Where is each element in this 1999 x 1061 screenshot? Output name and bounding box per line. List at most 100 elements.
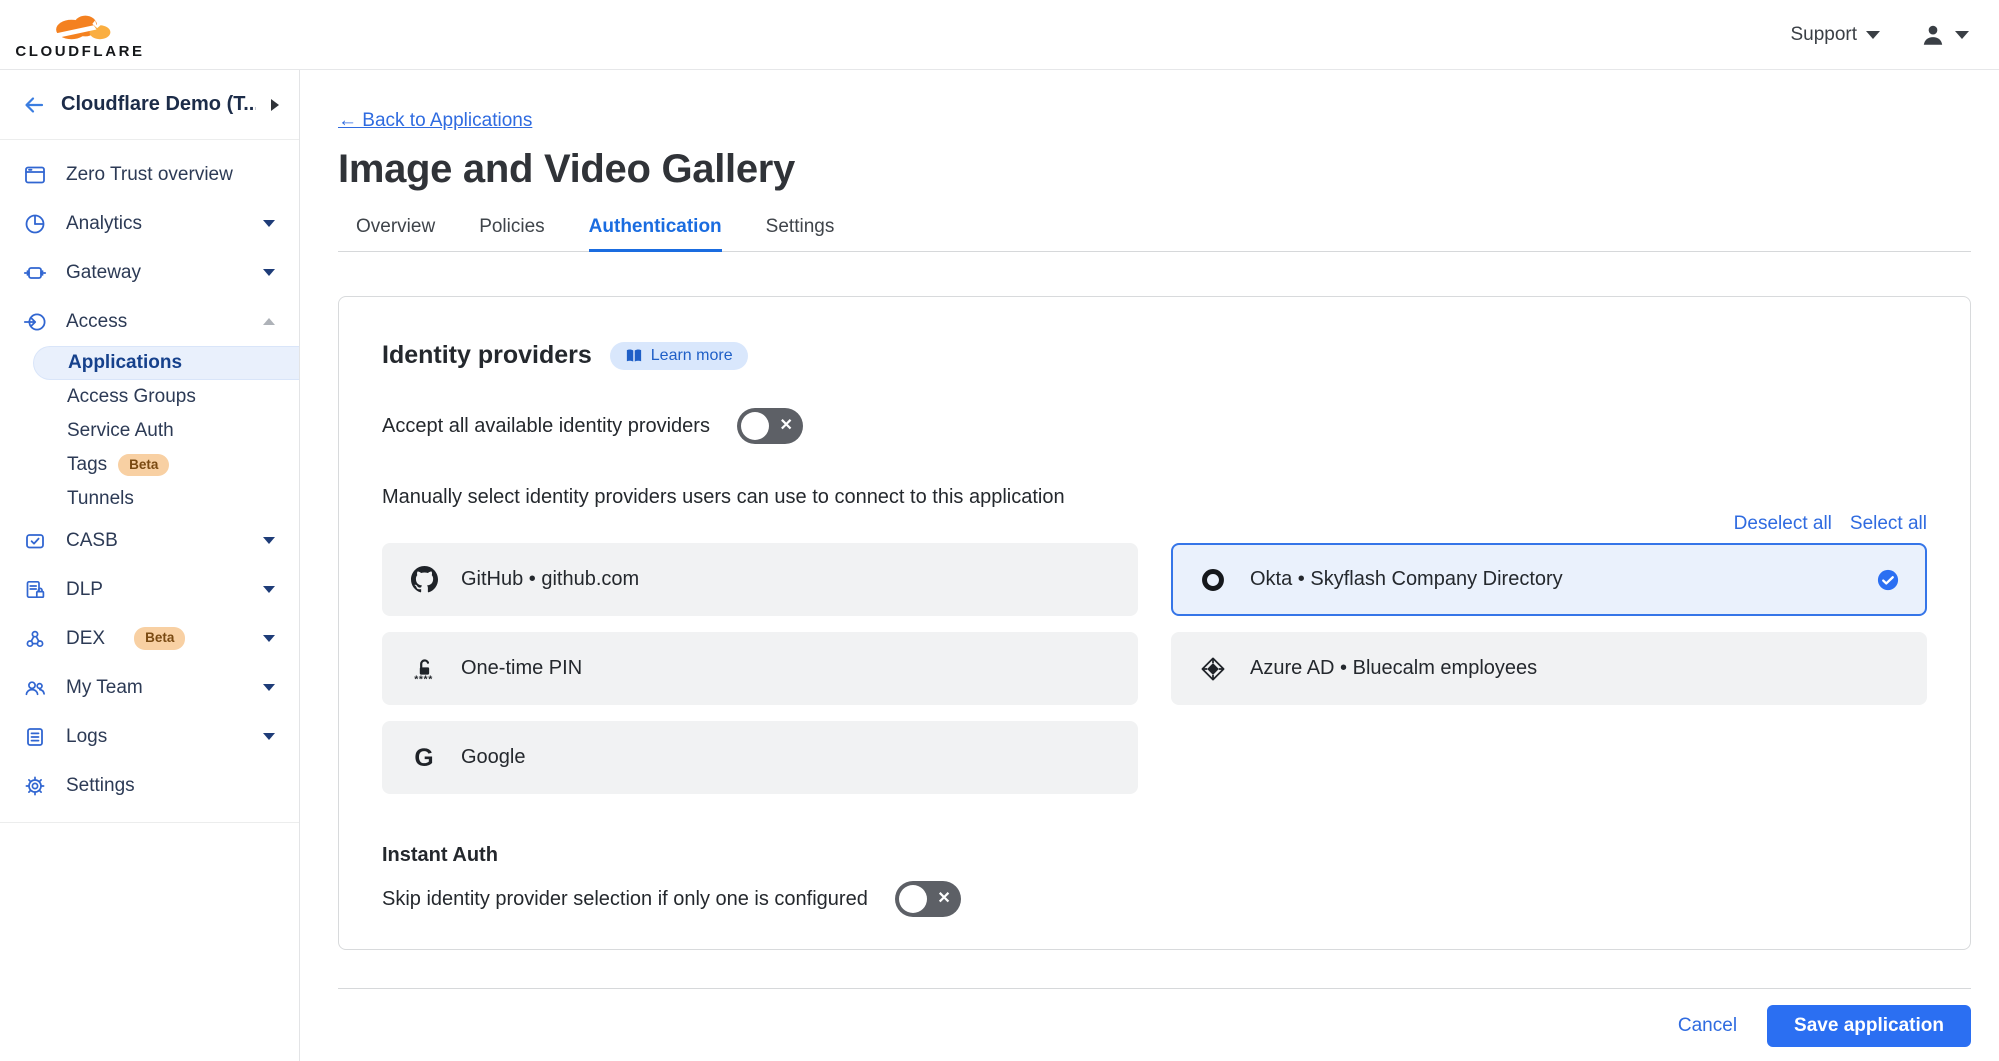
pie-chart-icon bbox=[22, 211, 48, 237]
network-icon bbox=[22, 626, 48, 652]
chevron-right-icon[interactable] bbox=[271, 99, 279, 111]
sidebar-item-service-auth[interactable]: Service Auth bbox=[0, 414, 299, 448]
back-to-applications-link[interactable]: ← Back to Applications bbox=[338, 110, 532, 132]
accept-all-toggle[interactable]: ✕ bbox=[737, 408, 803, 444]
arrow-left-icon[interactable] bbox=[22, 93, 46, 117]
chevron-down-icon[interactable] bbox=[263, 733, 275, 740]
cloudflare-logo[interactable]: CLOUDFLARE bbox=[16, 10, 144, 60]
chevron-down-icon bbox=[1955, 31, 1969, 39]
sidebar-item-applications[interactable]: Applications bbox=[33, 346, 299, 380]
sidebar-item-label: Service Auth bbox=[67, 420, 174, 442]
cancel-button[interactable]: Cancel bbox=[1678, 1015, 1737, 1037]
sidebar-item-access-groups[interactable]: Access Groups bbox=[0, 380, 299, 414]
tab-bar: Overview Policies Authentication Setting… bbox=[338, 216, 1971, 252]
chevron-down-icon[interactable] bbox=[263, 220, 275, 227]
instant-auth-toggle[interactable]: ✕ bbox=[895, 881, 961, 917]
card-title: Identity providers bbox=[382, 341, 592, 370]
user-menu[interactable] bbox=[1920, 22, 1969, 48]
manual-select-text: Manually select identity providers users… bbox=[382, 486, 1927, 509]
book-icon bbox=[625, 348, 643, 364]
document-lock-icon bbox=[22, 577, 48, 603]
sidebar-item-casb[interactable]: CASB bbox=[0, 516, 299, 565]
sidebar-item-analytics[interactable]: Analytics bbox=[0, 199, 299, 248]
topbar: CLOUDFLARE Support bbox=[0, 0, 1999, 70]
sidebar-item-label: Tunnels bbox=[67, 488, 134, 510]
beta-badge: Beta bbox=[118, 454, 169, 476]
x-icon: ✕ bbox=[937, 891, 950, 907]
sidebar-item-zero-trust-overview[interactable]: Zero Trust overview bbox=[0, 150, 299, 199]
chevron-down-icon[interactable] bbox=[263, 684, 275, 691]
select-all-link[interactable]: Select all bbox=[1850, 513, 1927, 535]
okta-icon bbox=[1199, 566, 1227, 594]
provider-github[interactable]: GitHub • github.com bbox=[382, 543, 1138, 616]
instant-auth-label: Skip identity provider selection if only… bbox=[382, 888, 868, 911]
learn-more-label: Learn more bbox=[651, 347, 733, 365]
support-menu[interactable]: Support bbox=[1790, 24, 1880, 46]
sidebar-item-label: DEX bbox=[66, 628, 105, 650]
sidebar-item-label: CASB bbox=[66, 530, 118, 552]
sidebar-item-label: Gateway bbox=[66, 262, 141, 284]
chevron-down-icon[interactable] bbox=[263, 635, 275, 642]
sidebar-item-label: Access Groups bbox=[67, 386, 196, 408]
one-time-pin-icon: **** bbox=[410, 655, 438, 683]
sidebar-item-logs[interactable]: Logs bbox=[0, 712, 299, 761]
sidebar-item-dlp[interactable]: DLP bbox=[0, 565, 299, 614]
account-switcher[interactable]: Cloudflare Demo (T... bbox=[0, 70, 299, 140]
sidebar-item-label: Tags bbox=[67, 454, 107, 476]
instant-auth-heading: Instant Auth bbox=[382, 844, 1927, 867]
provider-label: Azure AD • Bluecalm employees bbox=[1250, 657, 1537, 680]
log-list-icon bbox=[22, 724, 48, 750]
window-icon bbox=[22, 162, 48, 188]
user-icon bbox=[1920, 22, 1946, 48]
gateway-icon bbox=[22, 260, 48, 286]
sidebar-item-dex[interactable]: DEX Beta bbox=[0, 614, 299, 663]
tab-policies[interactable]: Policies bbox=[479, 216, 544, 252]
identity-providers-card: Identity providers Learn more Accept all… bbox=[338, 296, 1971, 950]
provider-label: Okta • Skyflash Company Directory bbox=[1250, 568, 1563, 591]
tab-overview[interactable]: Overview bbox=[356, 216, 435, 252]
sidebar-item-label: My Team bbox=[66, 677, 143, 699]
footer-divider bbox=[338, 988, 1971, 989]
sidebar-item-label: DLP bbox=[66, 579, 103, 601]
learn-more-badge[interactable]: Learn more bbox=[610, 342, 748, 370]
provider-google[interactable]: G Google bbox=[382, 721, 1138, 794]
x-icon: ✕ bbox=[780, 418, 793, 434]
provider-label: Google bbox=[461, 746, 526, 769]
sidebar-item-access[interactable]: Access bbox=[0, 297, 299, 346]
provider-azure-ad[interactable]: Azure AD • Bluecalm employees bbox=[1171, 632, 1927, 705]
sidebar: Cloudflare Demo (T... Zero Trust overvie… bbox=[0, 70, 300, 1061]
azure-ad-icon bbox=[1199, 655, 1227, 683]
github-icon bbox=[410, 566, 438, 594]
sidebar-item-gateway[interactable]: Gateway bbox=[0, 248, 299, 297]
chevron-down-icon[interactable] bbox=[263, 269, 275, 276]
provider-label: One-time PIN bbox=[461, 657, 582, 680]
cloudflare-cloud-icon bbox=[45, 10, 115, 42]
sidebar-item-label: Settings bbox=[66, 775, 135, 797]
gear-icon bbox=[22, 773, 48, 799]
footer-actions: Cancel Save application bbox=[338, 1005, 1971, 1047]
sidebar-item-tunnels[interactable]: Tunnels bbox=[0, 482, 299, 516]
sidebar-item-tags[interactable]: Tags Beta bbox=[0, 448, 299, 482]
chevron-down-icon[interactable] bbox=[263, 537, 275, 544]
provider-grid: GitHub • github.com Okta • Skyflash Comp… bbox=[382, 543, 1927, 794]
chevron-down-icon[interactable] bbox=[263, 586, 275, 593]
main-content: ← Back to Applications Image and Video G… bbox=[300, 70, 1999, 1061]
provider-okta[interactable]: Okta • Skyflash Company Directory bbox=[1171, 543, 1927, 616]
save-application-button[interactable]: Save application bbox=[1767, 1005, 1971, 1047]
beta-badge: Beta bbox=[134, 627, 185, 649]
sidebar-item-label: Access bbox=[66, 311, 127, 333]
chevron-down-icon bbox=[1866, 31, 1880, 39]
sidebar-item-settings[interactable]: Settings bbox=[0, 761, 299, 810]
deselect-all-link[interactable]: Deselect all bbox=[1734, 513, 1832, 535]
provider-one-time-pin[interactable]: **** One-time PIN bbox=[382, 632, 1138, 705]
svg-text:****: **** bbox=[414, 673, 433, 682]
chevron-up-icon[interactable] bbox=[263, 318, 275, 325]
account-name: Cloudflare Demo (T... bbox=[61, 93, 256, 116]
page-title: Image and Video Gallery bbox=[338, 146, 1971, 192]
sidebar-item-label: Applications bbox=[68, 352, 182, 374]
accept-all-label: Accept all available identity providers bbox=[382, 415, 710, 438]
sidebar-nav: Zero Trust overview Analytics Gateway bbox=[0, 140, 299, 823]
tab-settings[interactable]: Settings bbox=[766, 216, 835, 252]
tab-authentication[interactable]: Authentication bbox=[589, 216, 722, 252]
sidebar-item-my-team[interactable]: My Team bbox=[0, 663, 299, 712]
